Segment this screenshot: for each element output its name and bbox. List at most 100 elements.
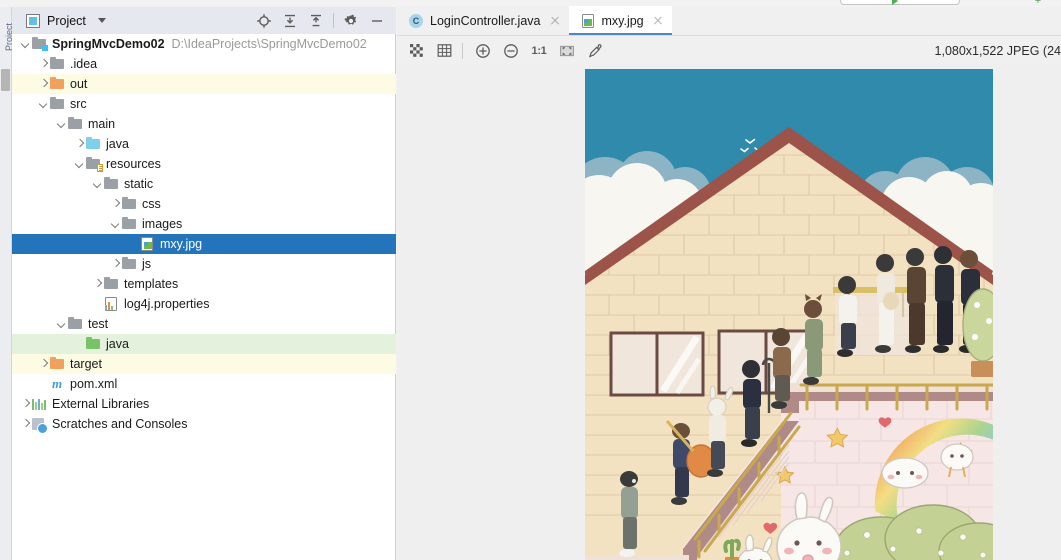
tree-row-label: resources [106, 157, 161, 171]
run-configuration-widget[interactable] [840, 0, 960, 5]
folder-icon [67, 316, 83, 332]
excluded-folder-icon [49, 356, 65, 372]
tree-row-log4j-properties[interactable]: log4j.properties [12, 294, 396, 314]
ide-window: + Project Project SpringMvcDemo02 D:\Ide… [0, 0, 1061, 560]
tree-row-css[interactable]: css [12, 194, 396, 214]
scratches-icon [31, 416, 48, 434]
toolbar-divider [333, 13, 334, 28]
tree-row-java[interactable]: java [12, 334, 396, 354]
chevron-right-icon[interactable] [110, 259, 121, 270]
tree-row-templates[interactable]: templates [12, 274, 396, 294]
tree-row-path: D:\IdeaProjects\SpringMvcDemo02 [171, 37, 367, 51]
close-icon[interactable] [548, 14, 562, 28]
tree-row-src[interactable]: src [12, 94, 396, 114]
project-tool-window: Project SpringMvcDemo02 D:\IdeaProjects\… [12, 7, 396, 560]
project-tree[interactable]: SpringMvcDemo02 D:\IdeaProjects\SpringMvc… [12, 34, 396, 560]
tree-row-static[interactable]: static [12, 174, 396, 194]
excluded-folder-icon [49, 76, 65, 92]
folder-icon [121, 216, 137, 232]
tree-row--idea[interactable]: .idea [12, 54, 396, 74]
editor-tab-bar[interactable]: C LoginController.java mxy.jpg [397, 6, 1061, 36]
editor-tab-logincontroller-java[interactable]: C LoginController.java [397, 6, 569, 35]
left-tool-window-stripe[interactable]: Project [0, 7, 14, 560]
chevron-right-icon[interactable] [38, 79, 49, 90]
chevron-down-icon[interactable] [74, 159, 85, 170]
tree-row-label: static [124, 177, 154, 191]
tree-row-label: log4j.properties [124, 297, 210, 311]
project-panel-toolbar [251, 7, 390, 34]
illustration [585, 69, 993, 560]
java-class-icon: C [408, 13, 424, 29]
editor-tab-label: mxy.jpg [601, 13, 644, 28]
chevron-right-icon[interactable] [92, 279, 103, 290]
image-file-icon [139, 236, 155, 252]
tree-row-label: mxy.jpg [160, 237, 203, 251]
tree-row-label: out [70, 77, 88, 91]
scrollbar-thumb[interactable] [1, 69, 10, 91]
chevron-right-icon[interactable] [38, 359, 49, 370]
project-window-icon [26, 13, 40, 28]
chevron-right-icon[interactable] [74, 139, 85, 150]
close-icon[interactable] [651, 14, 665, 28]
folder-icon [121, 256, 137, 272]
zoom-out[interactable] [498, 38, 524, 64]
expand-all-button[interactable] [277, 8, 303, 34]
no-toggle-spacer [74, 339, 85, 350]
tree-row-label: Scratches and Consoles [52, 417, 188, 431]
tree-row-springmvcdemo02[interactable]: SpringMvcDemo02 D:\IdeaProjects\SpringMvc… [12, 34, 396, 54]
tree-row-label: src [70, 97, 87, 111]
chevron-down-icon[interactable] [97, 18, 106, 23]
chevron-right-icon[interactable] [110, 199, 121, 210]
color-picker[interactable] [582, 38, 608, 64]
folder-icon [67, 116, 83, 132]
run-triangle-icon[interactable] [892, 0, 898, 5]
no-toggle-spacer [128, 239, 139, 250]
tree-row-label: target [70, 357, 102, 371]
editor-tab-mxy-jpg[interactable]: mxy.jpg [568, 6, 672, 35]
tree-row-out[interactable]: out [12, 74, 396, 94]
tree-row-js[interactable]: js [12, 254, 396, 274]
toggle-transparency-chessboard[interactable] [403, 38, 429, 64]
chevron-right-icon[interactable] [20, 419, 31, 430]
chevron-down-icon[interactable] [56, 319, 67, 330]
tree-row-label: main [88, 117, 116, 131]
plus-icon[interactable]: + [1033, 0, 1043, 7]
class-letter: C [409, 13, 423, 28]
hide-button[interactable] [364, 8, 390, 34]
tree-row-java[interactable]: java [12, 134, 396, 154]
folder-icon [49, 56, 65, 72]
image-info-text: 1,080x1,522 JPEG (24 [934, 43, 1061, 58]
actual-size[interactable]: 1:1 [526, 38, 552, 64]
settings-button[interactable] [338, 8, 364, 34]
tree-row-scratches-and-consoles[interactable]: Scratches and Consoles [12, 414, 396, 434]
tree-row-label: test [88, 317, 109, 331]
tree-row-main[interactable]: main [12, 114, 396, 134]
chevron-down-icon[interactable] [38, 99, 49, 110]
chevron-down-icon[interactable] [110, 219, 121, 230]
tree-row-resources[interactable]: resources [12, 154, 396, 174]
chevron-right-icon[interactable] [20, 399, 31, 410]
zoom-in[interactable] [470, 38, 496, 64]
fit-to-window[interactable] [554, 38, 580, 64]
chevron-down-icon[interactable] [92, 179, 103, 190]
tree-row-target[interactable]: target [12, 354, 396, 374]
tree-row-label: SpringMvcDemo02 [52, 37, 165, 51]
tree-row-external-libraries[interactable]: External Libraries [12, 394, 396, 414]
tree-row-mxy-jpg[interactable]: mxy.jpg [12, 234, 396, 254]
tree-row-label: External Libraries [52, 397, 150, 411]
tree-row-test[interactable]: test [12, 314, 396, 334]
locate-in-tree-button[interactable] [251, 8, 277, 34]
folder-icon [103, 176, 119, 192]
tree-row-label: css [142, 197, 161, 211]
tree-row-pom-xml[interactable]: m pom.xml [12, 374, 396, 394]
test-source-folder-icon [85, 336, 101, 352]
tree-row-images[interactable]: images [12, 214, 396, 234]
collapse-all-button[interactable] [303, 8, 329, 34]
chevron-right-icon[interactable] [38, 59, 49, 70]
toggle-grid[interactable] [431, 38, 457, 64]
tree-row-label: templates [124, 277, 179, 291]
image-preview-stage[interactable] [397, 64, 1061, 560]
properties-file-icon [103, 296, 119, 312]
chevron-down-icon[interactable] [56, 119, 67, 130]
chevron-down-icon[interactable] [20, 39, 31, 50]
